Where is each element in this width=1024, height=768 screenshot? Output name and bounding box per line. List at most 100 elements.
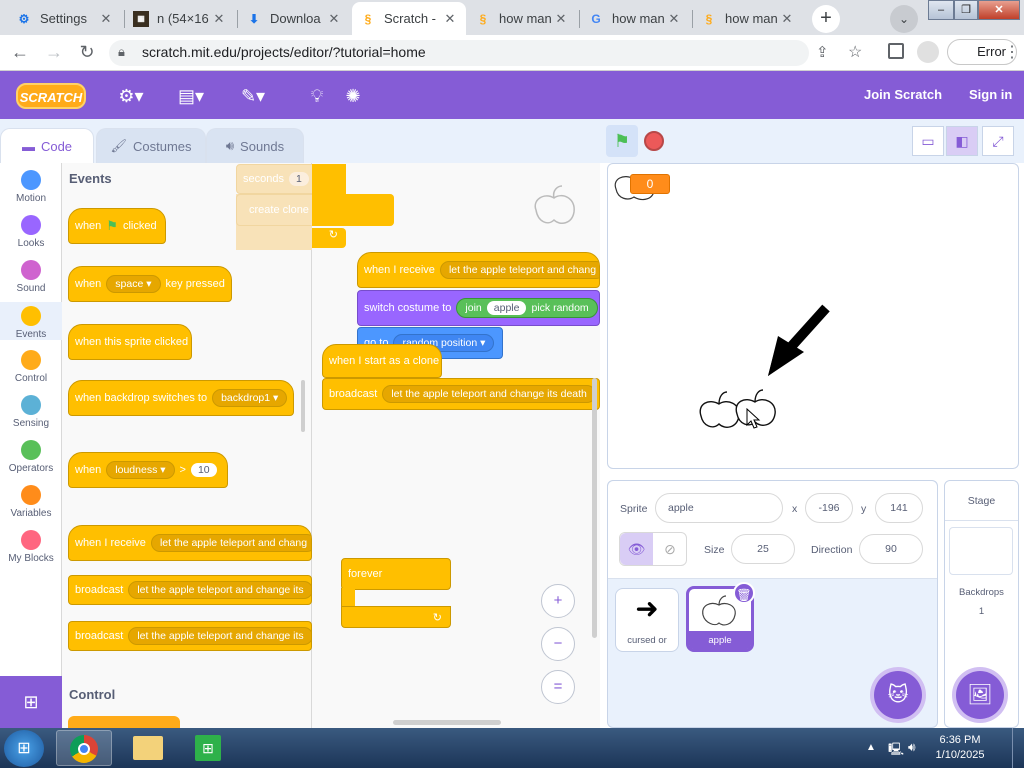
when-i-receive-script-block[interactable]: when I receive let the apple teleport and… xyxy=(357,252,600,288)
tutorials-bulb-icon[interactable]: 💡︎ xyxy=(302,84,332,108)
new-tab-icon[interactable]: + xyxy=(812,5,840,33)
tab-how-many-1[interactable]: § how man ✕ xyxy=(467,2,577,35)
profile-avatar[interactable] xyxy=(917,41,939,63)
palette-scrollbar[interactable] xyxy=(301,380,305,432)
green-flag-button[interactable]: ⚑ xyxy=(606,125,638,157)
when-backdrop-switches-block[interactable]: when backdrop switches to backdrop1 ▾ xyxy=(68,380,294,416)
message-dropdown[interactable]: let the apple teleport and chang xyxy=(439,261,599,279)
when-i-start-as-clone-block[interactable]: when I start as a clone xyxy=(322,344,442,378)
volume-icon[interactable]: 🔊︎ xyxy=(908,740,916,755)
category-operators[interactable]: Operators xyxy=(0,440,62,474)
when-i-receive-block[interactable]: when I receive let the apple teleport and… xyxy=(68,525,312,561)
forward-icon[interactable]: → xyxy=(42,40,66,64)
taskbar-store[interactable]: ⊞ xyxy=(180,730,236,766)
tab-code[interactable]: ▬ Code xyxy=(0,128,94,163)
file-menu-icon[interactable]: ▤▾ xyxy=(176,84,206,108)
loudness-dropdown[interactable]: loudness ▾ xyxy=(106,461,175,479)
category-looks[interactable]: Looks xyxy=(0,215,62,249)
show-desktop-button[interactable] xyxy=(1012,728,1024,768)
broadcast-script-block[interactable]: broadcast let the apple teleport and chan… xyxy=(322,378,600,410)
chevron-down-icon[interactable]: ⌄ xyxy=(890,5,918,33)
choose-backdrop-button[interactable]: 🖼︎ xyxy=(956,671,1004,719)
join-operator[interactable]: join apple pick random xyxy=(456,298,598,318)
broadcast-and-wait-block[interactable]: broadcast let the apple teleport and chan… xyxy=(68,621,312,651)
tab-scratch[interactable]: § Scratch - ✕ xyxy=(352,2,466,35)
key-dropdown[interactable]: space ▾ xyxy=(106,275,161,293)
taskbar-clock[interactable]: 6:36 PM 1/10/2025 xyxy=(928,733,992,763)
minimize-button[interactable]: – xyxy=(928,0,954,20)
maximize-button[interactable]: ❐ xyxy=(954,0,978,20)
sign-in-link[interactable]: Sign in xyxy=(969,87,1012,102)
small-stage-button[interactable]: ▭ xyxy=(912,126,944,156)
taskbar-explorer[interactable] xyxy=(120,730,176,766)
side-panel-icon[interactable] xyxy=(888,43,904,59)
when-flag-clicked-block[interactable]: when ⚑ clicked xyxy=(68,208,166,244)
tab-how-many-3[interactable]: § how man ✕ xyxy=(693,2,803,35)
direction-input[interactable]: 90 xyxy=(859,534,923,564)
seconds-input[interactable]: 1 xyxy=(288,172,309,186)
when-key-pressed-block[interactable]: when space ▾ key pressed xyxy=(68,266,232,302)
zoom-reset-button[interactable]: = xyxy=(541,670,575,704)
backdrop-thumbnail[interactable] xyxy=(949,527,1013,575)
tab-downloads[interactable]: ⬇ Downloa ✕ xyxy=(238,2,350,35)
tab-how-many-2[interactable]: G how man ✕ xyxy=(580,2,690,35)
close-icon[interactable]: ✕ xyxy=(442,11,458,27)
close-icon[interactable]: ✕ xyxy=(98,11,114,27)
menu-dots-icon[interactable]: ⋮ xyxy=(1004,42,1020,62)
sprite-name-input[interactable]: apple xyxy=(655,493,783,523)
close-icon[interactable]: ✕ xyxy=(211,11,227,27)
loudness-value-input[interactable]: 10 xyxy=(190,463,217,477)
control-block-partial[interactable] xyxy=(68,716,180,728)
message-dropdown[interactable]: let the apple teleport and chang xyxy=(150,534,311,552)
switch-costume-block[interactable]: switch costume to join apple pick random xyxy=(357,290,600,326)
forever-block[interactable]: forever xyxy=(341,558,451,590)
close-icon[interactable]: ✕ xyxy=(666,11,682,27)
category-variables[interactable]: Variables xyxy=(0,485,62,519)
category-motion[interactable]: Motion xyxy=(0,170,62,204)
broadcast-block[interactable]: broadcast let the apple teleport and chan… xyxy=(68,575,312,605)
tab-costumes[interactable]: 🖌︎ Costumes xyxy=(96,128,206,163)
tab-sounds[interactable]: 🔊︎ Sounds xyxy=(206,128,304,163)
taskbar-chrome[interactable] xyxy=(56,730,112,766)
tab-image[interactable]: ▦ n (54×16 ✕ xyxy=(125,2,235,35)
scratch-logo[interactable]: SCRATCH xyxy=(16,83,86,109)
network-error-icon[interactable]: 🖳︎ xyxy=(888,740,904,761)
category-events[interactable]: Events xyxy=(0,302,62,340)
stop-button[interactable] xyxy=(644,131,664,151)
settings-gear-icon[interactable]: ⚙▾ xyxy=(116,84,146,108)
x-input[interactable]: -196 xyxy=(805,493,853,523)
url-text[interactable]: scratch.mit.edu/projects/editor/?tutoria… xyxy=(142,44,426,60)
start-button[interactable]: ⊞ xyxy=(4,730,44,767)
edit-menu-icon[interactable]: ✎▾ xyxy=(238,84,268,108)
zoom-in-button[interactable]: + xyxy=(541,584,575,618)
tab-settings[interactable]: ⚙ Settings ✕ xyxy=(8,2,122,35)
message-dropdown[interactable]: let the apple teleport and change its xyxy=(128,581,311,599)
size-input[interactable]: 25 xyxy=(731,534,795,564)
script-vertical-scrollbar[interactable] xyxy=(592,378,597,638)
add-extension-button[interactable]: ⊞ xyxy=(0,676,62,728)
bookmark-star-icon[interactable]: ☆ xyxy=(848,42,862,62)
y-input[interactable]: 141 xyxy=(875,493,923,523)
when-sprite-clicked-block[interactable]: when this sprite clicked xyxy=(68,324,192,360)
close-icon[interactable]: ✕ xyxy=(553,11,569,27)
choose-sprite-button[interactable]: 🐱︎ xyxy=(874,671,922,719)
delete-sprite-button[interactable]: 🗑︎ xyxy=(733,582,755,604)
reload-icon[interactable]: ↻ xyxy=(75,40,99,64)
category-my-blocks[interactable]: My Blocks xyxy=(0,530,62,564)
show-eye-icon[interactable]: 👁︎ xyxy=(620,533,653,565)
debug-icon[interactable]: ✺ xyxy=(338,84,368,108)
tray-expand-icon[interactable]: ▲ xyxy=(866,742,876,753)
message-dropdown[interactable]: let the apple teleport and change its xyxy=(128,627,311,645)
category-control[interactable]: Control xyxy=(0,350,62,384)
fullscreen-button[interactable]: ⤢ xyxy=(982,126,1014,156)
when-loudness-block[interactable]: when loudness ▾ >10 xyxy=(68,452,228,488)
message-dropdown[interactable]: let the apple teleport and change its de… xyxy=(382,385,596,403)
hide-eye-icon[interactable]: ⊘ xyxy=(654,533,686,565)
normal-stage-button[interactable]: ◧ xyxy=(946,126,978,156)
window-close-button[interactable]: ✕ xyxy=(978,0,1020,20)
script-horizontal-scrollbar[interactable] xyxy=(393,720,501,725)
share-icon[interactable]: ⇪ xyxy=(816,43,829,61)
close-icon[interactable]: ✕ xyxy=(779,11,795,27)
back-icon[interactable]: ← xyxy=(8,40,32,64)
category-sound[interactable]: Sound xyxy=(0,260,62,294)
